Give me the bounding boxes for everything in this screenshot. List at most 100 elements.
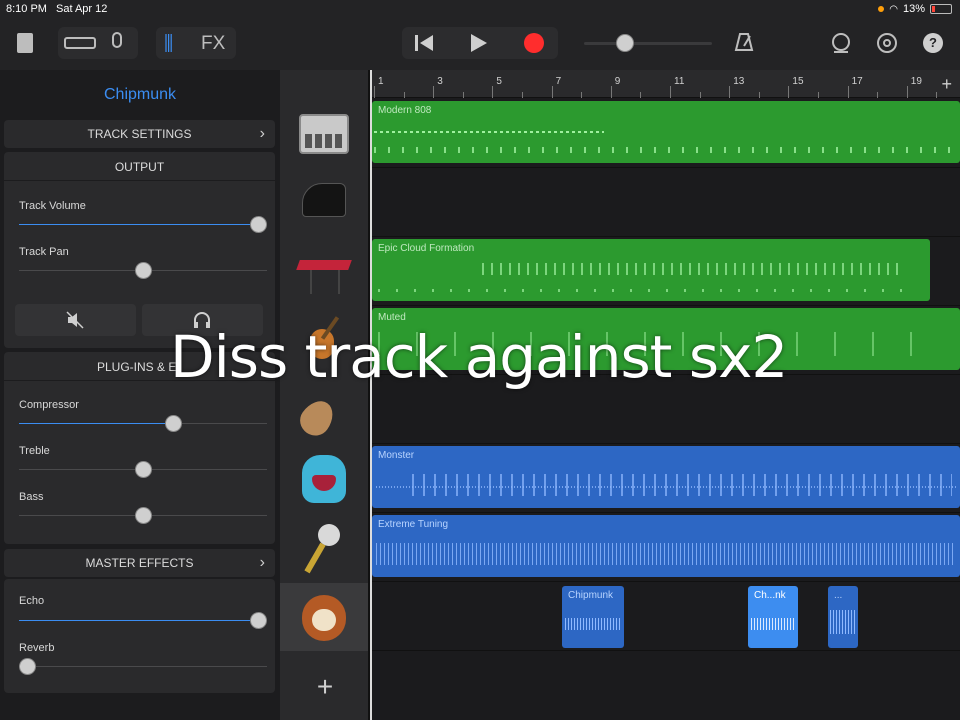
rewind-icon[interactable] xyxy=(414,34,434,52)
track-header-chipmunk[interactable] xyxy=(280,583,368,651)
track-header-synth[interactable] xyxy=(280,238,368,306)
region-monster[interactable]: Monster xyxy=(372,446,960,508)
track-lane-3[interactable]: Epic Cloud Formation xyxy=(370,237,960,306)
master-effects-button[interactable]: MASTER EFFECTS › xyxy=(4,549,275,577)
battery-icon xyxy=(930,4,952,14)
track-lane-6[interactable]: Monster xyxy=(370,444,960,513)
bass-label: Bass xyxy=(19,491,44,503)
midi-notes xyxy=(374,147,960,153)
chevron-right-icon: › xyxy=(259,554,265,571)
browser-icon[interactable] xyxy=(64,37,96,49)
region-label: Monster xyxy=(378,450,415,461)
timeline-ruler[interactable]: + 1 3 5 7 9 11 13 15 17 19 xyxy=(370,70,960,98)
microphone-icon[interactable] xyxy=(112,32,122,48)
midi-notes xyxy=(374,131,604,133)
reverb-knob[interactable] xyxy=(19,658,36,675)
track-header-drum-machine[interactable] xyxy=(280,100,368,168)
add-track-button[interactable]: + xyxy=(280,654,370,720)
region-epic-cloud-formation[interactable]: Epic Cloud Formation xyxy=(372,239,930,301)
track-volume-slider[interactable] xyxy=(19,216,267,233)
plugins-header[interactable]: PLUG-INS & E xyxy=(97,360,176,374)
compressor-slider[interactable] xyxy=(19,415,267,432)
help-icon[interactable]: ? xyxy=(923,33,943,53)
chipmunk-icon xyxy=(302,595,346,641)
echo-slider[interactable] xyxy=(19,612,267,629)
track-settings-label: TRACK SETTINGS xyxy=(87,127,192,141)
track-lane-1[interactable]: Modern 808 xyxy=(370,99,960,168)
master-volume-slider[interactable] xyxy=(584,42,712,45)
ruler-tick-label: 13 xyxy=(733,76,745,87)
settings-icon[interactable] xyxy=(876,32,898,54)
panel-title: Chipmunk xyxy=(103,86,177,103)
ruler-tick-line xyxy=(581,92,583,98)
fx-button[interactable]: FX xyxy=(201,34,225,54)
video-caption-overlay: Diss track against sx2 xyxy=(170,323,788,391)
ruler-tick-label: 15 xyxy=(792,76,804,87)
ruler-tick-line xyxy=(640,92,642,98)
region-chipmunk[interactable]: Chipmunk xyxy=(562,586,624,648)
track-lane-7[interactable]: Extreme Tuning xyxy=(370,513,960,582)
region-extreme-tuning[interactable]: Extreme Tuning xyxy=(372,515,960,577)
track-volume-label: Track Volume xyxy=(19,200,86,212)
play-icon[interactable] xyxy=(470,34,488,52)
treble-slider[interactable] xyxy=(19,461,267,478)
region-small[interactable]: ... xyxy=(828,586,858,648)
record-button[interactable] xyxy=(524,33,544,53)
bass-slider[interactable] xyxy=(19,507,267,524)
region-label: Extreme Tuning xyxy=(378,519,449,530)
playhead[interactable] xyxy=(370,70,372,720)
track-pan-slider[interactable] xyxy=(19,262,267,279)
reverb-slider[interactable] xyxy=(19,658,267,675)
ruler-tick-line xyxy=(699,92,701,98)
region-label: Chipmunk xyxy=(568,590,614,601)
track-lane-2[interactable] xyxy=(370,168,960,237)
ruler-tick-label: 7 xyxy=(555,76,562,87)
master-volume-knob[interactable] xyxy=(616,34,634,52)
track-header-piano[interactable] xyxy=(280,169,368,237)
ruler-tick-line xyxy=(374,86,375,98)
add-section-button[interactable]: + xyxy=(941,74,952,95)
monster-icon xyxy=(302,455,346,503)
battery-percent: 13% xyxy=(902,3,925,15)
track-pan-knob[interactable] xyxy=(134,262,152,279)
ruler-tick-line xyxy=(403,92,405,98)
mute-button[interactable] xyxy=(15,304,136,336)
ruler-tick-line xyxy=(936,92,938,98)
status-date: Sat Apr 12 xyxy=(56,3,108,15)
mixer-icon[interactable]: ⫼ xyxy=(164,34,173,54)
treble-knob[interactable] xyxy=(134,461,152,478)
track-header-microphone[interactable] xyxy=(280,514,368,582)
region-chipmunk-selected[interactable]: Ch...nk xyxy=(748,586,798,648)
region-label: Epic Cloud Formation xyxy=(378,243,475,254)
bass-knob[interactable] xyxy=(134,507,152,524)
region-modern-808[interactable]: Modern 808 xyxy=(372,101,960,163)
track-lane-8[interactable]: Chipmunk Ch...nk ... xyxy=(370,582,960,651)
track-header-monster[interactable] xyxy=(280,445,368,513)
track-settings-button[interactable]: TRACK SETTINGS › xyxy=(4,120,275,148)
ruler-tick-line xyxy=(433,86,435,98)
echo-knob[interactable] xyxy=(250,612,267,629)
ruler-tick-line xyxy=(729,86,731,98)
status-right: ◠ 13% xyxy=(878,3,952,15)
wifi-icon: ◠ xyxy=(889,3,898,15)
region-label: ... xyxy=(834,590,843,601)
waveform-peaks xyxy=(412,474,952,496)
region-label: Muted xyxy=(378,312,406,323)
my-songs-icon[interactable] xyxy=(17,33,33,53)
master-effects-section: Echo Reverb xyxy=(4,579,275,693)
output-section: OUTPUT Track Volume Track Pan xyxy=(4,152,275,348)
loop-browser-icon[interactable] xyxy=(830,32,852,54)
waveform-peaks xyxy=(376,543,956,565)
compressor-knob[interactable] xyxy=(164,415,182,432)
chevron-right-icon: › xyxy=(259,125,265,142)
metronome-icon[interactable] xyxy=(734,32,754,52)
ruler-tick-line xyxy=(462,92,464,98)
speaker-muted-icon xyxy=(66,311,84,329)
echo-fill xyxy=(19,620,259,621)
ruler-tick-line xyxy=(788,86,790,98)
track-controls-panel: Chipmunk TRACK SETTINGS › OUTPUT Track V… xyxy=(0,70,280,720)
track-volume-knob[interactable] xyxy=(250,216,267,233)
tracks-area[interactable]: + 1 3 5 7 9 11 13 15 17 19 Modern 808 Epic Cloud … xyxy=(370,70,960,720)
ruler-tick-label: 11 xyxy=(674,76,685,87)
ruler-tick-label: 5 xyxy=(496,76,502,87)
